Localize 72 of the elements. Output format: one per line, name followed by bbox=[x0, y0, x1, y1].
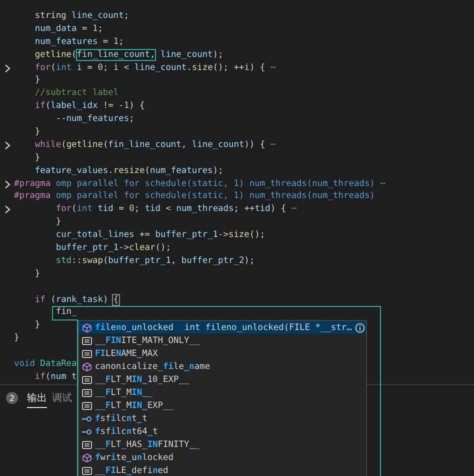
cube-icon bbox=[82, 322, 92, 332]
code-line: #pragma omp parallel for schedule(static, 1) num_threads(num_threads) bbox=[14, 190, 375, 204]
suggestion-item[interactable]: fwrite_unlocked bbox=[79, 451, 366, 464]
code-line: if(num t bbox=[34, 370, 77, 384]
suggestion-item[interactable]: fsfilcnt_t bbox=[79, 412, 366, 425]
code-line: string line_count; bbox=[34, 10, 130, 23]
suggestion-item[interactable]: canonicalize_file_name bbox=[79, 360, 366, 373]
code-line: --num_features; bbox=[54, 113, 134, 126]
code-line: } bbox=[34, 319, 40, 332]
constant-icon bbox=[82, 348, 92, 358]
suggestion-item[interactable]: FILENAME_MAX bbox=[79, 347, 366, 360]
constant-icon bbox=[82, 440, 92, 450]
code-line: feature_values.resize(num_features); bbox=[34, 164, 224, 178]
count-badge: 2 bbox=[6, 392, 18, 404]
suggestion-label: fsfilcnt64_t bbox=[95, 426, 158, 436]
cube-icon bbox=[82, 452, 92, 462]
code-line: #pragma omp parallel for schedule(static, 1) num_threads(num_threads) ⋯ bbox=[14, 178, 386, 190]
constant-icon bbox=[82, 374, 92, 384]
key-icon bbox=[82, 414, 92, 424]
code-line: } bbox=[34, 126, 40, 139]
fold-chevron-icon[interactable] bbox=[4, 64, 10, 72]
constant-icon bbox=[82, 466, 92, 476]
code-line: buffer_ptr_1->clear(); bbox=[54, 242, 171, 255]
code-line: num_features = 1; bbox=[34, 36, 124, 49]
code-line: if(label_idx != -1) { bbox=[34, 100, 145, 114]
code-line: for(int tid = 0; tid < num_threads; ++tid) { ⋯ bbox=[54, 203, 297, 216]
cube-icon bbox=[82, 362, 92, 372]
code-line: } bbox=[34, 152, 40, 165]
code-line: fin_ bbox=[54, 306, 77, 320]
code-line: while(getline(fin_line_count, line_count)) { ⋯ bbox=[34, 138, 276, 152]
code-line: num_data = 1; bbox=[34, 22, 103, 36]
suggestion-label: __FILE_defined bbox=[95, 466, 168, 476]
suggestion-item[interactable]: __FLT_HAS_INFINITY__ bbox=[79, 438, 366, 451]
code-line: void DataRea bbox=[14, 358, 77, 371]
code-line: } bbox=[34, 74, 40, 88]
suggestion-label: __FLT_HAS_INFINITY__ bbox=[95, 440, 200, 450]
constant-icon bbox=[82, 400, 92, 410]
suggestion-label: __FINITE_MATH_ONLY__ bbox=[95, 336, 200, 346]
fold-chevron-icon[interactable] bbox=[4, 140, 10, 150]
suggestion-item[interactable]: __FLT_MIN_EXP__ bbox=[79, 399, 366, 412]
suggestion-item[interactable]: __FLT_MIN__ bbox=[79, 386, 366, 399]
code-line: for(int i = 0; i < line_count.size(); ++i) { ⋯ bbox=[34, 62, 276, 74]
suggestion-detail: int fileno_unlocked(FILE *__str… bbox=[184, 322, 352, 332]
suggestion-label: __FLT_MIN__ bbox=[95, 388, 153, 398]
suggestion-item[interactable]: __FILE_defined bbox=[79, 464, 366, 476]
code-line: if (rank_task) { bbox=[34, 294, 119, 306]
suggestion-item[interactable]: fileno_unlocked int fileno_unlocked(FILE *__str… bbox=[79, 321, 366, 334]
fold-chevron-icon[interactable] bbox=[4, 180, 10, 189]
key-icon bbox=[82, 426, 92, 436]
suggestion-label: fwrite_unlocked bbox=[95, 452, 174, 462]
code-line: } bbox=[54, 216, 62, 230]
panel-tab[interactable]: 输出 bbox=[27, 388, 47, 408]
code-line: std::swap(buffer_ptr_1, buffer_ptr_2); bbox=[54, 254, 255, 268]
code-line: cur_total_lines += buffer_ptr_1->size(); bbox=[54, 229, 266, 242]
suggestion-item[interactable]: __FLT_MIN_10_EXP__ bbox=[79, 373, 366, 386]
suggestion-label: fileno_unlocked bbox=[95, 322, 174, 332]
constant-icon bbox=[82, 388, 92, 398]
info-icon[interactable] bbox=[354, 322, 365, 332]
suggestion-label: FILENAME_MAX bbox=[95, 348, 158, 358]
suggestion-label: __FLT_MIN_10_EXP__ bbox=[95, 374, 190, 384]
suggestion-item[interactable]: __FINITE_MATH_ONLY__ bbox=[79, 334, 366, 347]
code-line: //subtract label bbox=[34, 87, 119, 100]
code-line: } bbox=[14, 332, 20, 346]
suggestion-label: canonicalize_file_name bbox=[95, 362, 210, 372]
panel-tab[interactable]: 调试 bbox=[52, 388, 72, 408]
suggestion-label: __FLT_MIN_EXP__ bbox=[95, 400, 174, 410]
constant-icon bbox=[82, 336, 92, 346]
suggestion-item[interactable]: fsfilcnt64_t bbox=[79, 425, 366, 438]
fold-chevron-icon[interactable] bbox=[4, 205, 10, 214]
code-line: getline(fin_line_count, line_count); bbox=[34, 48, 224, 62]
suggestion-label: fsfilcnt_t bbox=[95, 414, 148, 424]
code-line: } bbox=[34, 268, 40, 281]
